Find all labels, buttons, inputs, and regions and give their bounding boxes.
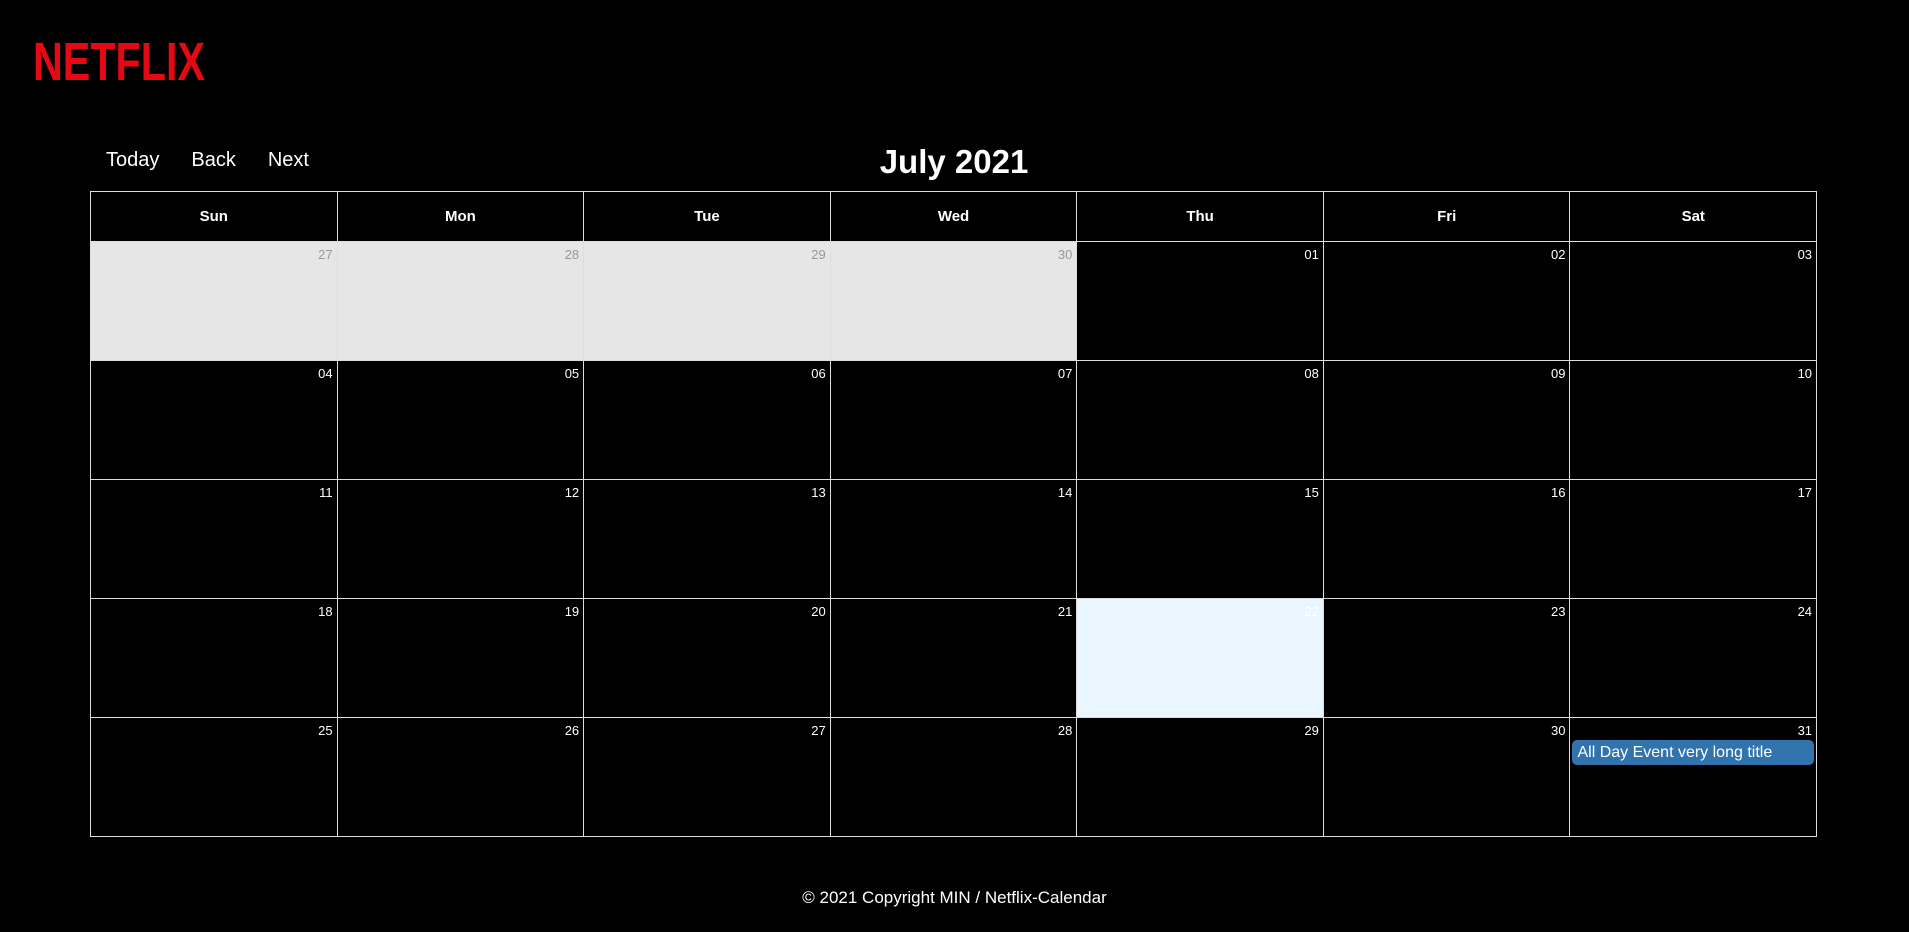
day-cell[interactable]: 07 xyxy=(829,361,1077,479)
week-row: 18 19 20 21 22 23 24 xyxy=(91,599,1816,718)
weekday-header-sun: Sun xyxy=(199,208,228,225)
weekday-header-tue: Tue xyxy=(583,192,830,241)
day-cell-off-range[interactable]: 30 xyxy=(829,242,1077,360)
date-number[interactable]: 17 xyxy=(1798,485,1812,500)
date-number[interactable]: 21 xyxy=(1058,604,1072,619)
date-number[interactable]: 10 xyxy=(1798,366,1812,381)
day-cell[interactable]: 29 xyxy=(1076,718,1323,837)
weekday-header-thu: Thu xyxy=(1076,192,1323,241)
weekday-header-sat: Sat xyxy=(1569,192,1816,241)
date-number[interactable]: 23 xyxy=(1551,604,1565,619)
day-cell[interactable]: 11 xyxy=(91,480,337,598)
date-number[interactable]: 16 xyxy=(1551,485,1565,500)
day-cell[interactable]: 24 xyxy=(1569,599,1816,717)
day-cell[interactable]: 26 xyxy=(336,718,584,837)
date-number[interactable]: 30 xyxy=(1551,723,1565,738)
month-title: July 2021 xyxy=(879,143,1029,180)
day-cell[interactable]: 20 xyxy=(583,599,830,717)
date-number[interactable]: 20 xyxy=(811,604,825,619)
day-cell-off-range[interactable]: 29 xyxy=(583,242,830,360)
day-cell[interactable]: 31 All Day Event very long title xyxy=(1569,718,1816,837)
day-cell[interactable]: 30 xyxy=(1322,718,1570,837)
day-cell[interactable]: 04 xyxy=(91,361,337,479)
day-cell[interactable]: 08 xyxy=(1076,361,1323,479)
day-cell[interactable]: 23 xyxy=(1322,599,1570,717)
day-cell[interactable]: 02 xyxy=(1322,242,1570,360)
date-number[interactable]: 12 xyxy=(565,485,579,500)
date-number[interactable]: 30 xyxy=(1058,247,1072,262)
day-cell[interactable]: 13 xyxy=(583,480,830,598)
svg-text:NETFLIX: NETFLIX xyxy=(33,32,205,90)
day-cell[interactable]: 06 xyxy=(583,361,830,479)
day-cell[interactable]: 10 xyxy=(1569,361,1816,479)
calendar-event[interactable]: All Day Event very long title xyxy=(1572,740,1815,765)
date-number[interactable]: 24 xyxy=(1798,604,1812,619)
day-cell[interactable]: 18 xyxy=(91,599,337,717)
date-number[interactable]: 25 xyxy=(318,723,332,738)
date-number[interactable]: 08 xyxy=(1304,366,1318,381)
nav-button-group: Today Back Next xyxy=(90,140,325,180)
day-cell[interactable]: 19 xyxy=(336,599,584,717)
day-cell[interactable]: 09 xyxy=(1322,361,1570,479)
date-number[interactable]: 11 xyxy=(319,485,333,500)
week-row: 11 12 13 14 15 16 17 xyxy=(91,480,1816,599)
date-number[interactable]: 18 xyxy=(318,604,332,619)
date-number[interactable]: 27 xyxy=(811,723,825,738)
back-button[interactable]: Back xyxy=(175,140,251,180)
day-cell[interactable]: 21 xyxy=(829,599,1077,717)
day-cell[interactable]: 27 xyxy=(583,718,830,837)
day-cell-off-range[interactable]: 28 xyxy=(336,242,584,360)
date-number[interactable]: 09 xyxy=(1551,366,1565,381)
day-cell[interactable]: 15 xyxy=(1076,480,1323,598)
day-cell[interactable]: 12 xyxy=(336,480,584,598)
date-number[interactable]: 29 xyxy=(1304,723,1318,738)
day-cell[interactable]: 25 xyxy=(91,718,337,837)
day-cell-off-range[interactable]: 27 xyxy=(91,242,337,360)
day-cell[interactable]: 16 xyxy=(1322,480,1570,598)
weekday-header-fri: Fri xyxy=(1322,192,1570,241)
date-number[interactable]: 15 xyxy=(1304,485,1318,500)
date-number[interactable]: 22 xyxy=(1304,604,1318,619)
date-number[interactable]: 05 xyxy=(565,366,579,381)
weekday-header-mon: Mon xyxy=(336,192,584,241)
calendar-toolbar: Today Back Next July 2021 xyxy=(90,140,1818,180)
weekday-header-wed: Wed xyxy=(829,192,1077,241)
day-cell[interactable]: 17 xyxy=(1569,480,1816,598)
date-number[interactable]: 26 xyxy=(565,723,579,738)
day-cell[interactable]: 14 xyxy=(829,480,1077,598)
date-number[interactable]: 07 xyxy=(1058,366,1072,381)
week-row: 04 05 06 07 08 09 10 xyxy=(91,361,1816,480)
week-row: 25 26 27 28 29 30 31 All Day Event very long ti… xyxy=(91,718,1816,837)
date-number[interactable]: 31 xyxy=(1798,723,1812,738)
date-number[interactable]: 01 xyxy=(1304,247,1318,262)
today-button[interactable]: Today xyxy=(90,140,175,180)
next-button[interactable]: Next xyxy=(252,140,325,180)
netflix-logo-mark: NETFLIX xyxy=(33,32,205,90)
netflix-logo[interactable]: NETFLIX xyxy=(33,30,205,90)
date-number[interactable]: 28 xyxy=(1058,723,1072,738)
date-number[interactable]: 03 xyxy=(1798,247,1812,262)
day-cell[interactable]: 05 xyxy=(336,361,584,479)
date-number[interactable]: 13 xyxy=(811,485,825,500)
week-row: 27 28 29 30 01 02 03 xyxy=(91,242,1816,361)
date-number[interactable]: 27 xyxy=(318,247,332,262)
date-number[interactable]: 02 xyxy=(1551,247,1565,262)
date-number[interactable]: 04 xyxy=(318,366,332,381)
date-number[interactable]: 06 xyxy=(811,366,825,381)
footer-copyright: © 2021 Copyright MIN / Netflix-Calendar xyxy=(802,888,1107,907)
day-cell[interactable]: 28 xyxy=(829,718,1077,837)
day-cell-today[interactable]: 22 xyxy=(1076,599,1323,717)
day-cell[interactable]: 01 xyxy=(1076,242,1323,360)
weekday-header-row: Sun Mon Tue Wed Thu Fri Sat xyxy=(91,192,1816,242)
date-number[interactable]: 14 xyxy=(1058,485,1072,500)
date-number[interactable]: 29 xyxy=(811,247,825,262)
calendar-weeks: 27 28 29 30 01 02 03 04 05 06 07 08 09 10 11 12 13 14 15 16… xyxy=(91,242,1816,837)
date-number[interactable]: 28 xyxy=(565,247,579,262)
month-calendar: Sun Mon Tue Wed Thu Fri Sat 27 28 29 30 01 02 03 04 05… xyxy=(90,191,1817,837)
date-number[interactable]: 19 xyxy=(565,604,579,619)
day-cell[interactable]: 03 xyxy=(1569,242,1816,360)
